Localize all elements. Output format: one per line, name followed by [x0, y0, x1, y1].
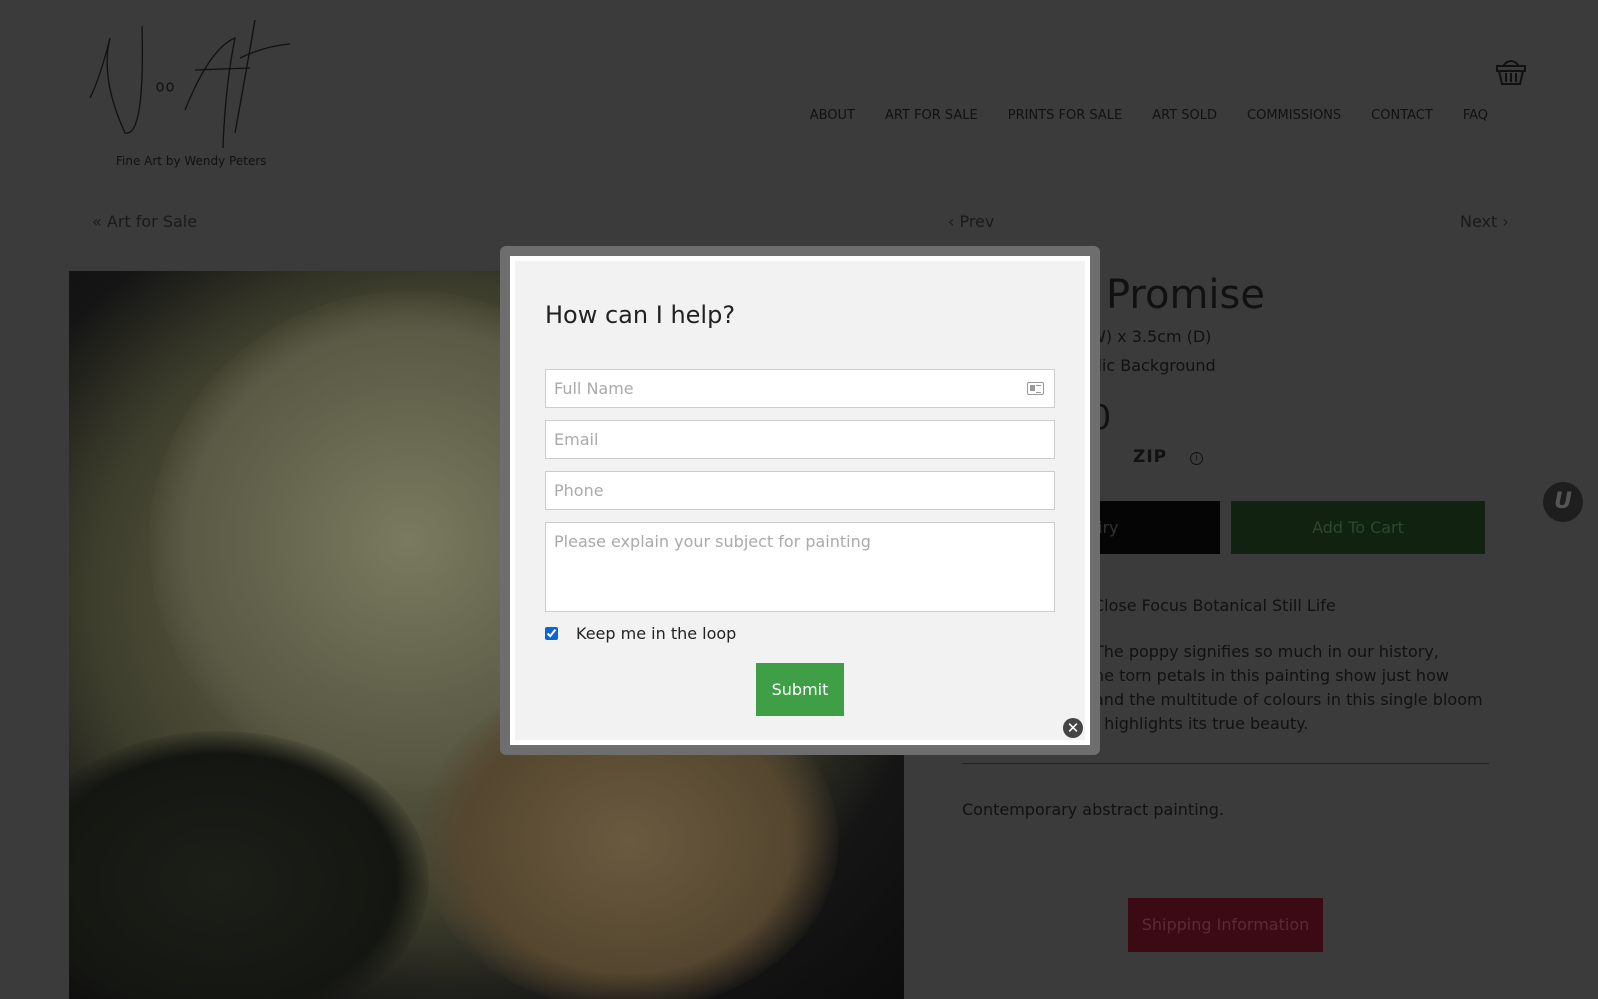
divider: [962, 763, 1489, 764]
desc-line: and the multitude of colours in this sin…: [1094, 690, 1483, 709]
submit-button[interactable]: Submit: [756, 663, 844, 716]
nav-art-sold[interactable]: ART SOLD: [1152, 108, 1217, 123]
message-placeholder: Please explain your subject for painting: [554, 532, 871, 551]
prev-link[interactable]: ‹ Prev: [948, 212, 994, 231]
nav-contact[interactable]: CONTACT: [1371, 108, 1433, 123]
modal-title: How can I help?: [545, 301, 736, 329]
basket-icon[interactable]: [1495, 56, 1527, 86]
back-to-art-for-sale-link[interactable]: « Art for Sale: [92, 212, 197, 231]
full-name-input[interactable]: Full Name: [545, 369, 1055, 408]
phone-input[interactable]: Phone: [545, 471, 1055, 510]
desc-line: , highlights its true beauty.: [1094, 714, 1309, 733]
message-textarea[interactable]: Please explain your subject for painting: [545, 522, 1055, 612]
nav-commissions[interactable]: COMMISSIONS: [1247, 108, 1341, 123]
product-dimensions: W) x 3.5cm (D): [1090, 327, 1212, 346]
logo[interactable]: [85, 18, 295, 153]
logo-tagline: Fine Art by Wendy Peters: [116, 154, 267, 168]
desc-line: he torn petals in this painting show jus…: [1094, 666, 1449, 685]
product-title: Promise: [1106, 272, 1265, 318]
phone-placeholder: Phone: [554, 481, 604, 500]
nav-about[interactable]: ABOUT: [810, 108, 855, 123]
contact-modal: How can I help? Full Name Email Phone Pl…: [500, 246, 1100, 755]
keep-in-loop-checkbox[interactable]: [545, 627, 558, 640]
nav-art-for-sale[interactable]: ART FOR SALE: [885, 108, 978, 123]
email-placeholder: Email: [554, 430, 599, 449]
desc-line: The poppy signifies so much in our histo…: [1094, 642, 1439, 661]
checkbox-label: Keep me in the loop: [576, 624, 737, 643]
contact-card-icon: [1027, 382, 1044, 395]
u-badge-button[interactable]: U: [1543, 482, 1583, 522]
close-icon[interactable]: ✕: [1063, 718, 1083, 738]
full-name-placeholder: Full Name: [554, 379, 634, 398]
product-extra: Contemporary abstract painting.: [962, 800, 1225, 819]
nav-prints-for-sale[interactable]: PRINTS FOR SALE: [1008, 108, 1122, 123]
zip-logo: ZIP: [1133, 447, 1168, 467]
product-category: Close Focus Botanical Still Life: [1093, 596, 1336, 615]
main-nav: ABOUT ART FOR SALE PRINTS FOR SALE ART S…: [810, 108, 1488, 123]
nav-faq[interactable]: FAQ: [1463, 108, 1488, 123]
keep-in-loop-option[interactable]: Keep me in the loop: [545, 624, 1055, 643]
shipping-information-button[interactable]: Shipping Information: [1128, 898, 1323, 952]
product-medium: ylic Background: [1088, 356, 1216, 375]
next-link[interactable]: Next ›: [1460, 212, 1509, 231]
product-description: The poppy signifies so much in our histo…: [1094, 640, 1494, 736]
info-icon[interactable]: i: [1190, 452, 1203, 465]
add-to-cart-button[interactable]: Add To Cart: [1231, 501, 1485, 554]
email-input[interactable]: Email: [545, 420, 1055, 459]
